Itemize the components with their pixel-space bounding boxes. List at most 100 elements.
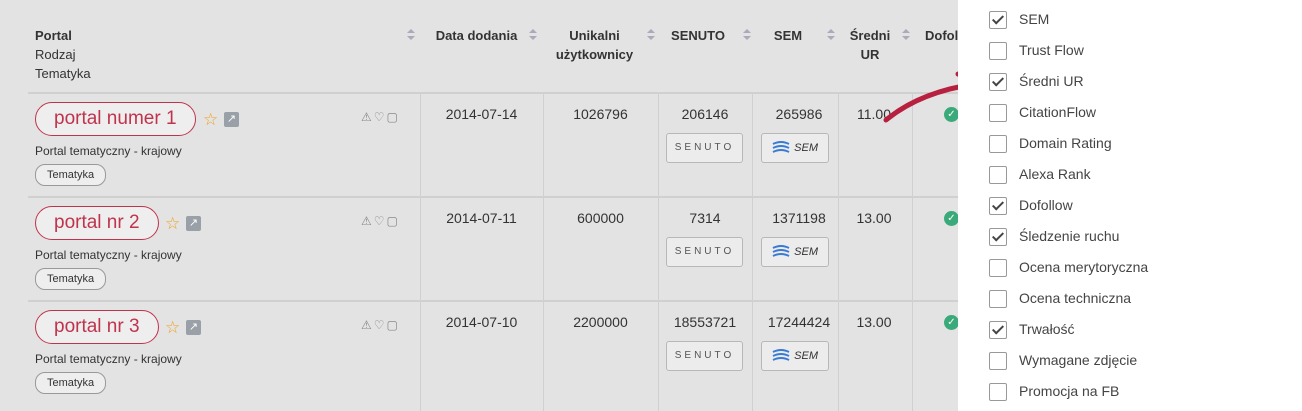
sem-cell: 265986 xyxy=(775,106,823,122)
topic-tag[interactable]: Tematyka xyxy=(35,164,107,186)
portal-name-link[interactable]: portal nr 3 xyxy=(35,310,159,344)
sem-cell: 17244424 xyxy=(767,314,831,330)
external-link-icon[interactable]: ↗ xyxy=(186,216,201,231)
table-row: portal nr 3 ☆ ↗ ⚠♡▢ Portal tematyczny - … xyxy=(28,300,959,406)
sem-button-label: SEM xyxy=(794,142,818,154)
table-header: Portal Rodzaj Tematyka Data dodania Unik… xyxy=(28,0,958,92)
column-option-label: Ocena merytoryczna xyxy=(1019,259,1149,275)
column-checkbox[interactable] xyxy=(989,228,1007,246)
note-icon[interactable]: ▢ xyxy=(387,214,400,228)
portal-table: Portal Rodzaj Tematyka Data dodania Unik… xyxy=(0,0,959,411)
sort-users-icon[interactable] xyxy=(647,29,655,41)
header-sem[interactable]: SEM xyxy=(769,26,807,45)
header-sredni-ur[interactable]: Średni UR xyxy=(846,26,894,64)
header-senuto[interactable]: SENUTO xyxy=(669,26,727,45)
warning-icon[interactable]: ⚠ xyxy=(361,318,374,332)
sem-logo-icon xyxy=(772,349,790,361)
check-circle-icon: ✓ xyxy=(944,211,959,226)
note-icon[interactable]: ▢ xyxy=(387,110,400,124)
sort-senuto-icon[interactable] xyxy=(743,29,751,41)
column-option-label: Trwałość xyxy=(1019,321,1075,337)
row-actions: ⚠♡▢ xyxy=(361,318,400,332)
heart-icon[interactable]: ♡ xyxy=(374,318,387,332)
header-sredni-line1: Średni xyxy=(849,28,891,43)
columns-panel: SEM Trust Flow Średni UR CitationFlow Domain… xyxy=(958,0,1302,411)
header-portal-label: Portal xyxy=(35,28,72,43)
column-divider xyxy=(752,92,753,411)
senuto-button[interactable]: SENUTO xyxy=(666,341,743,371)
column-checkbox[interactable] xyxy=(989,197,1007,215)
column-checkbox[interactable] xyxy=(989,259,1007,277)
column-checkbox[interactable] xyxy=(989,104,1007,122)
date-cell: 2014-07-14 xyxy=(445,106,518,122)
sem-logo-icon xyxy=(772,141,790,153)
column-checkbox[interactable] xyxy=(989,166,1007,184)
external-link-icon[interactable]: ↗ xyxy=(224,112,239,127)
header-tematyka-label: Tematyka xyxy=(35,66,91,81)
column-option-label: Alexa Rank xyxy=(1019,166,1091,182)
column-checkbox[interactable] xyxy=(989,290,1007,308)
sort-sem-icon[interactable] xyxy=(827,29,835,41)
header-portal[interactable]: Portal Rodzaj Tematyka xyxy=(35,26,91,83)
sort-portal-icon[interactable] xyxy=(407,29,415,41)
users-cell: 2200000 xyxy=(573,314,628,330)
users-cell: 600000 xyxy=(577,210,624,226)
header-unikalni[interactable]: Unikalni użytkownicy xyxy=(552,26,637,64)
senuto-button[interactable]: SENUTO xyxy=(666,133,743,163)
portal-name-link[interactable]: portal nr 2 xyxy=(35,206,159,240)
warning-icon[interactable]: ⚠ xyxy=(361,214,374,228)
star-outline-icon[interactable]: ☆ xyxy=(165,214,180,234)
column-checkbox[interactable] xyxy=(989,73,1007,91)
star-outline-icon[interactable]: ☆ xyxy=(203,110,218,130)
sem-cell: 1371198 xyxy=(772,210,826,226)
column-option-label: CitationFlow xyxy=(1019,104,1097,120)
column-checkbox[interactable] xyxy=(989,321,1007,339)
warning-icon[interactable]: ⚠ xyxy=(361,110,374,124)
ur-cell: 13.00 xyxy=(856,314,892,330)
portal-type: Portal tematyczny - krajowy xyxy=(35,144,182,158)
column-checkbox[interactable] xyxy=(989,383,1007,401)
sem-button-label: SEM xyxy=(794,246,818,258)
column-checkbox[interactable] xyxy=(989,42,1007,60)
users-cell: 1026796 xyxy=(573,106,628,122)
header-unikalni-line2: użytkownicy xyxy=(555,47,634,62)
star-outline-icon[interactable]: ☆ xyxy=(165,318,180,338)
column-option-label: Domain Rating xyxy=(1019,135,1112,151)
column-option-label: Śledzenie ruchu xyxy=(1019,228,1120,244)
table-row: portal numer 1 ☆ ↗ ⚠♡▢ Portal tematyczny… xyxy=(28,92,959,198)
heart-icon[interactable]: ♡ xyxy=(374,110,387,124)
sort-ur-icon[interactable] xyxy=(902,29,910,41)
column-option-label: Średni UR xyxy=(1019,73,1084,89)
portal-type: Portal tematyczny - krajowy xyxy=(35,248,182,262)
sem-button[interactable]: SEM xyxy=(761,133,829,163)
sem-button-label: SEM xyxy=(794,350,818,362)
portal-name-link[interactable]: portal numer 1 xyxy=(35,102,196,136)
external-link-icon[interactable]: ↗ xyxy=(186,320,201,335)
sort-date-icon[interactable] xyxy=(529,29,537,41)
note-icon[interactable]: ▢ xyxy=(387,318,400,332)
column-option-label: Dofollow xyxy=(1019,197,1073,213)
row-actions: ⚠♡▢ xyxy=(361,214,400,228)
column-option-label: SEM xyxy=(1019,11,1050,27)
topic-tag[interactable]: Tematyka xyxy=(35,268,107,290)
column-checkbox[interactable] xyxy=(989,11,1007,29)
sem-button[interactable]: SEM xyxy=(761,237,829,267)
column-divider xyxy=(838,92,839,411)
heart-icon[interactable]: ♡ xyxy=(374,214,387,228)
senuto-button[interactable]: SENUTO xyxy=(666,237,743,267)
column-checkbox[interactable] xyxy=(989,135,1007,153)
check-circle-icon: ✓ xyxy=(944,315,959,330)
date-cell: 2014-07-11 xyxy=(446,210,517,226)
sem-button[interactable]: SEM xyxy=(761,341,829,371)
header-rodzaj-label: Rodzaj xyxy=(35,47,76,62)
topic-tag[interactable]: Tematyka xyxy=(35,372,107,394)
column-checkbox[interactable] xyxy=(989,352,1007,370)
header-data-dodania[interactable]: Data dodania xyxy=(434,26,519,45)
ur-cell: 13.00 xyxy=(856,210,892,226)
column-option-label: Trust Flow xyxy=(1019,42,1084,58)
table-row: portal nr 2 ☆ ↗ ⚠♡▢ Portal tematyczny - … xyxy=(28,196,959,302)
header-sredni-line2: UR xyxy=(860,47,880,62)
portal-type: Portal tematyczny - krajowy xyxy=(35,352,182,366)
header-unikalni-line1: Unikalni xyxy=(569,28,620,43)
senuto-cell: 206146 xyxy=(681,106,729,122)
